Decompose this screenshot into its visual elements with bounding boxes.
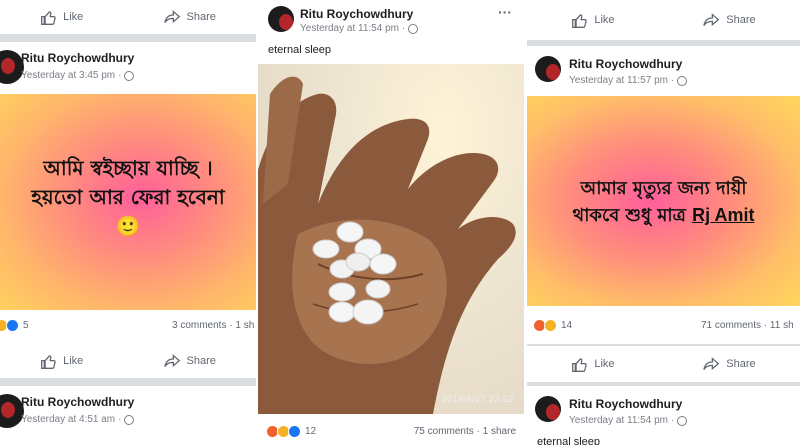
action-bar: Like Share	[0, 344, 256, 378]
like-button[interactable]: Like	[571, 12, 615, 29]
author-name[interactable]: Ritu Roychowdhury	[21, 395, 134, 409]
post-header: Ritu Roychowdhury Yesterday at 4:51 am ·	[0, 386, 256, 436]
thumbs-up-icon	[572, 357, 588, 372]
post-text-line1: আমি স্বইচ্ছায় যাচ্ছি ।	[43, 156, 213, 180]
thumbs-up-icon	[41, 354, 56, 369]
reaction-count: 12	[305, 425, 317, 437]
reaction-summary[interactable]: 14 71 comments · 11 sh	[527, 306, 800, 344]
author-name[interactable]: Ritu Roychowdhury	[21, 51, 134, 65]
post-header: Ritu Roychowdhury Yesterday at 3:45 pm ·	[0, 42, 256, 92]
share-label: Share	[726, 358, 756, 370]
time-text: Yesterday at 11:57 pm ·	[569, 75, 675, 86]
share-label: Share	[726, 14, 756, 26]
colored-text-post: আমি স্বইচ্ছায় যাচ্ছি । হয়তো আর ফেরা হব…	[0, 94, 256, 310]
comments-count[interactable]: 71 comments · 11 sh	[701, 320, 794, 331]
globe-icon	[124, 414, 135, 425]
like-reaction-icon	[288, 424, 301, 438]
sad-reaction-icon	[544, 318, 557, 332]
time-text: Yesterday at 11:54 pm ·	[300, 23, 406, 34]
globe-icon	[124, 70, 135, 81]
post-text-line1: আমার মৃত্যুর জন্য দায়ী	[580, 178, 747, 199]
post-photo[interactable]: 2019/8/27 23:52	[258, 64, 524, 414]
reaction-count: 5	[23, 319, 29, 331]
globe-icon	[677, 75, 688, 86]
thumbs-up-icon	[572, 13, 588, 28]
post-time[interactable]: Yesterday at 11:54 pm ·	[569, 415, 688, 426]
colored-text-post: আমার মৃত্যুর জন্য দায়ী থাকবে শুধু মাত্র…	[527, 96, 800, 306]
post-panel-middle: Ritu Roychowdhury Yesterday at 11:54 pm …	[258, 0, 524, 445]
comments-count[interactable]: 75 comments · 1 share	[414, 426, 516, 437]
globe-icon	[677, 415, 688, 426]
post-header: Ritu Roychowdhury Yesterday at 11:54 pm …	[527, 386, 800, 436]
like-label: Like	[63, 355, 84, 367]
post-header-card: Ritu Roychowdhury Yesterday at 11:54 pm …	[258, 0, 524, 64]
share-button[interactable]: Share	[163, 9, 216, 26]
share-button[interactable]: Share	[703, 12, 756, 29]
post-time[interactable]: Yesterday at 11:54 pm ·	[300, 23, 419, 34]
tagged-user-link[interactable]: Rj Amit	[692, 205, 754, 225]
post-text-line2: হয়তো আর ফেরা হবেনা	[31, 185, 225, 209]
avatar[interactable]	[535, 56, 561, 82]
action-bar-top: Like Share	[527, 0, 800, 40]
post-time[interactable]: Yesterday at 3:45 pm ·	[21, 70, 135, 81]
post-card: Ritu Roychowdhury Yesterday at 11:57 pm …	[527, 46, 800, 96]
like-button[interactable]: Like	[40, 353, 83, 370]
reaction-summary[interactable]: 12 75 comments · 1 share	[258, 416, 524, 445]
thumbs-up-icon	[41, 10, 56, 25]
post-header: Ritu Roychowdhury Yesterday at 11:57 pm …	[527, 46, 800, 96]
time-text: Yesterday at 11:54 pm ·	[569, 415, 675, 426]
like-button[interactable]: Like	[40, 9, 83, 26]
globe-icon	[408, 23, 419, 34]
like-label: Like	[594, 358, 615, 370]
share-arrow-icon	[703, 356, 720, 370]
time-text: Yesterday at 3:45 pm	[21, 70, 116, 81]
like-button[interactable]: Like	[571, 356, 615, 373]
like-label: Like	[594, 14, 615, 26]
like-label: Like	[63, 11, 84, 23]
author-name[interactable]: Ritu Roychowdhury	[300, 7, 413, 21]
hand-with-pills-image	[258, 76, 516, 414]
action-bar-top: Like Share	[0, 0, 256, 34]
post-text-line2-prefix: থাকবে শুধু মাত্র	[572, 205, 686, 227]
reaction-summary[interactable]: 5 3 comments · 1 sh	[0, 310, 256, 340]
post-time[interactable]: Yesterday at 11:57 pm ·	[569, 75, 688, 86]
post-caption: eternal sleep	[268, 44, 331, 56]
author-name[interactable]: Ritu Roychowdhury	[569, 397, 682, 411]
share-arrow-icon	[163, 9, 180, 23]
photo-timestamp: 2019/8/27 23:52	[441, 394, 514, 404]
smile-emoji: 🙂	[115, 214, 141, 238]
post-time[interactable]: Yesterday at 4:51 am ·	[21, 414, 135, 425]
post-caption-partial: eternal sleep	[537, 436, 600, 445]
post-panel-left: Like Share Ritu Roychowdhury Yesterday a…	[0, 0, 256, 445]
share-button[interactable]: Share	[703, 356, 756, 373]
more-options-button[interactable]: ···	[498, 4, 512, 20]
avatar[interactable]	[535, 396, 561, 422]
time-text: Yesterday at 4:51 am	[21, 414, 116, 425]
post-card: Ritu Roychowdhury Yesterday at 11:54 pm …	[527, 386, 800, 445]
like-reaction-icon	[6, 318, 19, 332]
avatar[interactable]	[268, 6, 294, 32]
share-button[interactable]: Share	[163, 353, 216, 370]
share-arrow-icon	[703, 12, 720, 26]
author-name[interactable]: Ritu Roychowdhury	[569, 57, 682, 71]
post-panel-right: Like Share Ritu Roychowdhury Yesterday a…	[527, 0, 800, 445]
reaction-count: 14	[561, 319, 573, 331]
post-text-line2: থাকবে শুধু মাত্র Rj Amit	[527, 202, 800, 229]
share-label: Share	[186, 11, 216, 23]
post-card: Ritu Roychowdhury Yesterday at 4:51 am ·	[0, 386, 256, 445]
share-arrow-icon	[163, 353, 180, 367]
share-label: Share	[186, 355, 216, 367]
action-bar: Like Share	[527, 346, 800, 382]
comments-count[interactable]: 3 comments · 1 sh	[172, 320, 254, 331]
